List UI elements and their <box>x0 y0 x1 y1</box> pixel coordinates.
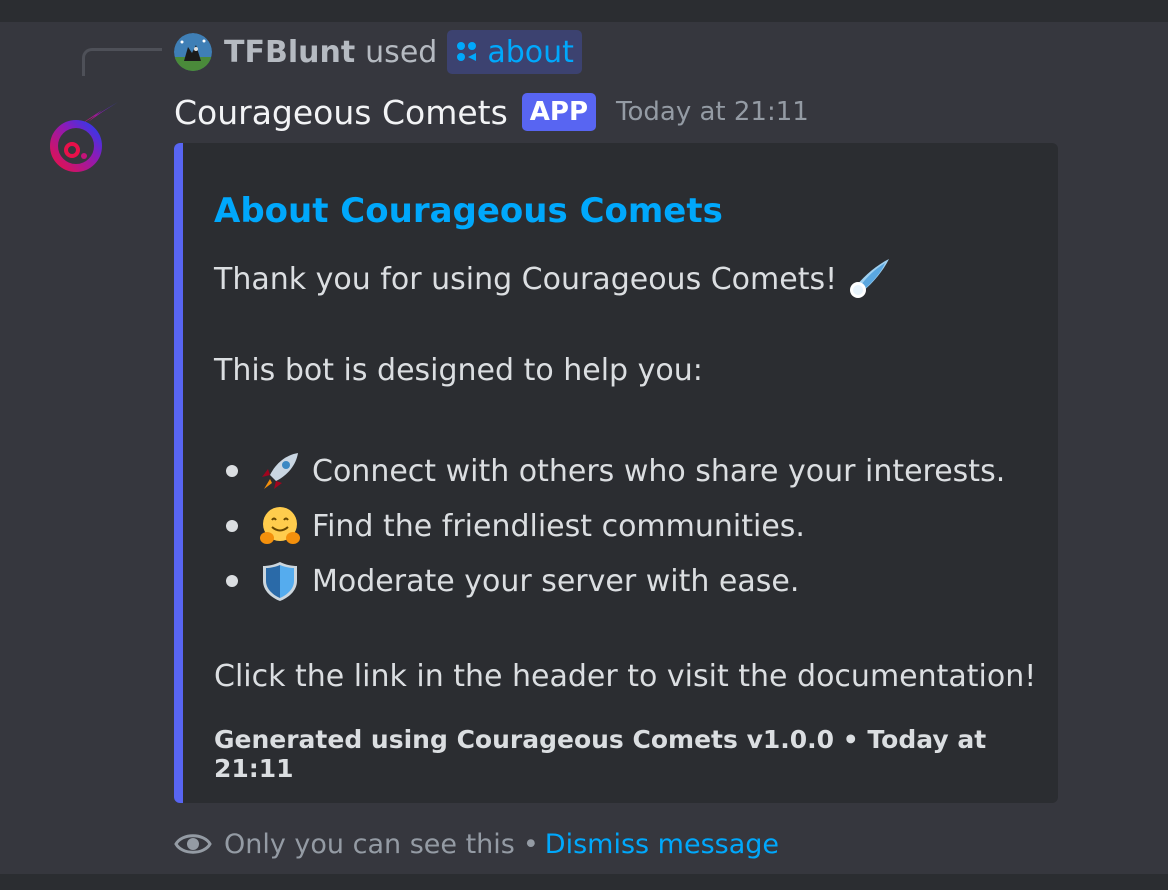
list-item: Moderate your server with ease. <box>214 559 799 603</box>
message-timestamp[interactable]: Today at 21:11 <box>616 97 809 127</box>
user-avatar[interactable] <box>174 33 212 71</box>
list-item-text: Moderate your server with ease. <box>312 563 800 599</box>
reply-spine <box>82 48 162 76</box>
ephemeral-notice: Only you can see this • Dismiss message <box>174 824 779 864</box>
ephemeral-text: Only you can see this <box>224 828 515 860</box>
slash-command-mention[interactable]: about <box>447 30 582 74</box>
rocket-icon <box>258 449 302 493</box>
list-item: Connect with others who share your inter… <box>214 449 1005 493</box>
hugging-face-icon <box>258 504 302 548</box>
bullet-dot <box>226 520 238 532</box>
list-item-text: Connect with others who share your inter… <box>312 453 1006 489</box>
interaction-reference[interactable]: TFBlunt used about <box>174 30 582 74</box>
list-item: Find the friendliest communities. <box>214 504 805 548</box>
bottom-bar <box>0 874 1168 890</box>
comet-icon <box>847 257 891 301</box>
reply-used-text: used <box>365 34 438 70</box>
separator-dot: • <box>522 828 539 860</box>
app-command-icon <box>457 42 477 61</box>
bullet-dot <box>226 575 238 587</box>
command-name: about <box>487 34 574 70</box>
app-badge: APP <box>521 93 597 131</box>
message-header: Courageous Comets APP Today at 21:11 <box>174 90 809 134</box>
bot-avatar[interactable] <box>48 100 124 176</box>
embed-intro: Thank you for using Courageous Comets! <box>214 257 901 301</box>
closing-text: Click the link in the header to visit th… <box>214 659 1037 694</box>
embed-title-link[interactable]: About Courageous Comets <box>214 191 723 231</box>
reply-username[interactable]: TFBlunt <box>224 35 355 70</box>
embed-subheading: This bot is designed to help you: <box>214 353 703 388</box>
bullet-dot <box>226 465 238 477</box>
intro-text: Thank you for using Courageous Comets! <box>214 261 838 297</box>
embed-closing: Click the link in the header to visit th… <box>214 659 1036 694</box>
dismiss-message-link[interactable]: Dismiss message <box>545 829 779 860</box>
embed-accent-bar <box>174 143 183 803</box>
list-item-text: Find the friendliest communities. <box>312 508 805 544</box>
eye-icon <box>174 834 212 854</box>
top-bar <box>0 0 1168 22</box>
shield-icon <box>258 559 302 603</box>
bot-username[interactable]: Courageous Comets <box>174 93 508 132</box>
subheading-text: This bot is designed to help you: <box>214 353 703 388</box>
embed-footer: Generated using Courageous Comets v1.0.0… <box>214 725 987 783</box>
embed-card: About Courageous Comets Thank you for us… <box>174 143 1058 803</box>
